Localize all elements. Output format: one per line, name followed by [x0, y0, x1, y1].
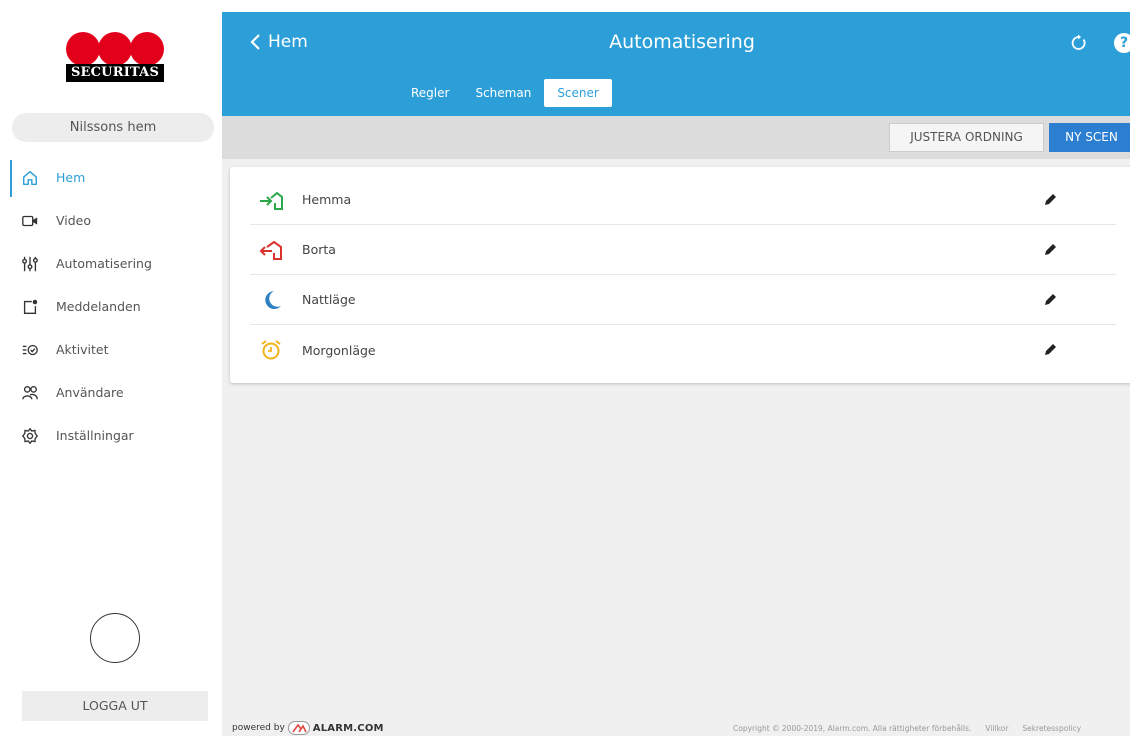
sidebar-item-label: Användare [56, 385, 124, 400]
copyright-text: Copyright © 2000-2019, Alarm.com. Alla r… [733, 724, 972, 733]
list-item[interactable]: Nattläge [250, 275, 1116, 325]
sidebar-item-label: Hem [56, 170, 86, 185]
logo-dots [66, 32, 164, 68]
pencil-icon[interactable] [1042, 242, 1058, 258]
sidebar-item-meddelanden[interactable]: Meddelanden [0, 285, 222, 328]
pencil-icon[interactable] [1042, 342, 1058, 358]
tab-scheman[interactable]: Scheman [462, 79, 544, 107]
notification-icon [20, 297, 40, 317]
back-button[interactable]: Hem [248, 32, 308, 52]
video-icon [20, 211, 40, 231]
sidebar-item-label: Video [56, 213, 92, 228]
header-bar: Automatisering Hem ? Regler Scheman Scen… [222, 12, 1130, 116]
new-scene-button[interactable]: NY SCEN [1049, 123, 1130, 152]
alarm-com-wordmark: ALARM.COM [312, 722, 384, 734]
home-icon [20, 168, 40, 188]
users-icon [20, 383, 40, 403]
activity-icon [20, 340, 40, 360]
sidebar-item-label: Automatisering [56, 256, 152, 271]
scene-name: Nattläge [302, 292, 356, 307]
scene-name: Borta [302, 242, 336, 257]
sidebar-item-aktivitet[interactable]: Aktivitet [0, 328, 222, 371]
powered-by-alarm-com[interactable]: powered by ALARM.COM [232, 721, 384, 735]
tab-bar: Regler Scheman Scener [398, 79, 612, 107]
sidebar: SECURITAS Nilssons hem Hem Video Automat… [0, 12, 222, 736]
logo-wordmark: SECURITAS [66, 64, 164, 82]
tab-regler[interactable]: Regler [398, 79, 462, 107]
alarm-clock-icon [258, 338, 284, 362]
sidebar-item-anvandare[interactable]: Användare [0, 371, 222, 414]
logout-button[interactable]: LOGGA UT [22, 691, 208, 721]
reorder-button[interactable]: JUSTERA ORDNING [889, 123, 1044, 152]
refresh-icon[interactable] [1070, 34, 1088, 52]
app-window: SECURITAS Nilssons hem Hem Video Automat… [0, 0, 1130, 736]
list-item[interactable]: Morgonläge [250, 325, 1116, 375]
terms-link[interactable]: Villkor [985, 724, 1008, 733]
home-selector[interactable]: Nilssons hem [12, 113, 214, 142]
tab-scener[interactable]: Scener [544, 79, 612, 107]
gear-icon [20, 426, 40, 446]
page-title: Automatisering [609, 31, 755, 53]
list-item[interactable]: Borta [250, 225, 1116, 275]
avatar[interactable] [90, 613, 140, 663]
back-label: Hem [268, 32, 308, 52]
scene-name: Hemma [302, 192, 352, 207]
help-icon[interactable]: ? [1114, 33, 1130, 53]
sidebar-item-label: Inställningar [56, 428, 134, 443]
arrive-home-icon [258, 188, 284, 212]
scene-name: Morgonläge [302, 342, 376, 358]
sliders-icon [20, 254, 40, 274]
pencil-icon[interactable] [1042, 292, 1058, 308]
sidebar-item-label: Aktivitet [56, 342, 109, 357]
moon-icon [258, 288, 284, 312]
list-item[interactable]: Hemma [250, 175, 1116, 225]
powered-by-label: powered by [232, 723, 285, 733]
chevron-left-icon [250, 34, 260, 50]
toolbar: JUSTERA ORDNING NY SCEN [222, 116, 1130, 159]
pencil-icon[interactable] [1042, 192, 1058, 208]
footer-copyright: Copyright © 2000-2019, Alarm.com. Alla r… [733, 724, 1095, 733]
top-strip [0, 0, 1130, 12]
sidebar-item-label: Meddelanden [56, 299, 141, 314]
sidebar-item-video[interactable]: Video [0, 199, 222, 242]
scene-list: Hemma Borta Nattläge Morgonläge [230, 167, 1130, 383]
sidebar-item-hem[interactable]: Hem [0, 156, 222, 199]
main-content: JUSTERA ORDNING NY SCEN Hemma Borta Natt… [222, 116, 1130, 736]
sidebar-item-automatisering[interactable]: Automatisering [0, 242, 222, 285]
sidebar-nav: Hem Video Automatisering Meddelanden Akt… [0, 156, 222, 457]
privacy-link[interactable]: Sekretesspolicy [1022, 724, 1081, 733]
alarm-com-logo-icon [287, 721, 310, 735]
securitas-logo[interactable]: SECURITAS [66, 32, 164, 92]
sidebar-item-installningar[interactable]: Inställningar [0, 414, 222, 457]
leave-home-icon [258, 238, 284, 262]
